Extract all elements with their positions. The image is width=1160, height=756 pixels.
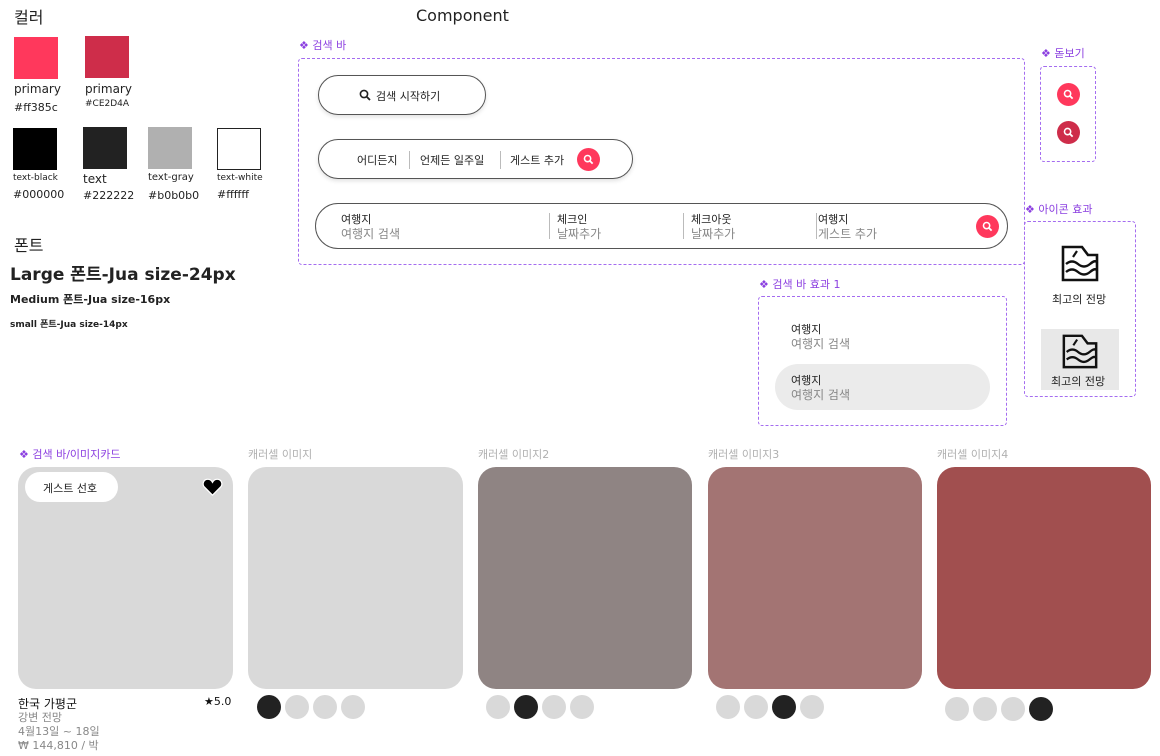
carousel-1-dot-1[interactable] [257, 695, 281, 719]
carousel-4-dot-2[interactable] [973, 697, 997, 721]
search-icon [1063, 127, 1074, 138]
carousel-2-dot-2[interactable] [514, 695, 538, 719]
search-icon [359, 89, 371, 101]
fonts-title: 폰트 [14, 236, 44, 255]
component-title: Component [416, 6, 509, 25]
divider [500, 151, 501, 169]
carousel-2-label: 캐러셀 이미지2 [478, 448, 550, 461]
swatch-primary-hex: #ff385c [14, 101, 58, 114]
searchbar-effect-hover[interactable]: 여행지 여행지 검색 [775, 364, 990, 410]
swatch-text-white [217, 128, 261, 170]
card-rating: ★5.0 [204, 695, 232, 708]
carousel-4-image[interactable] [937, 467, 1151, 689]
full-checkin-value[interactable]: 날짜추가 [557, 225, 601, 242]
mini-when[interactable]: 언제든 일주일 [420, 152, 484, 168]
magnifier-button-hover[interactable] [1057, 121, 1080, 144]
carousel-4-label: 캐러셀 이미지4 [937, 448, 1009, 461]
searchbar-label: ❖ 검색 바 [299, 39, 347, 52]
carousel-1-dot-2[interactable] [285, 695, 309, 719]
icon-effect-caption: 최고의 전망 [1052, 293, 1107, 306]
guest-favorite-badge: 게스트 선호 [25, 472, 118, 502]
carousel-3-image[interactable] [708, 467, 922, 689]
card-price: ₩ 144,810 / 박 [18, 739, 99, 752]
search-icon [1063, 89, 1074, 100]
carousel-2-image[interactable] [478, 467, 692, 689]
swatch-primary-dark [85, 36, 129, 78]
font-large-sample: Large 폰트-Jua size-24px [10, 265, 236, 285]
searchbar-effect-label: ❖ 검색 바 효과 1 [759, 278, 841, 291]
carousel-3-dot-2[interactable] [744, 695, 768, 719]
carousel-1-image[interactable] [248, 467, 463, 689]
swatch-text-black-name: text-black [13, 173, 58, 183]
view-icon [1061, 245, 1099, 282]
divider [549, 213, 550, 239]
full-search-button[interactable] [976, 215, 999, 238]
full-searchbar[interactable]: 여행지 여행지 검색 체크인 날짜추가 체크아웃 날짜추가 여행지 게스트 추가 [315, 203, 1008, 249]
swatch-text-gray-name: text-gray [148, 172, 194, 183]
magnifier-label: ❖ 돋보기 [1041, 47, 1085, 60]
search-icon [583, 154, 594, 165]
search-start-button[interactable]: 검색 시작하기 [318, 75, 486, 115]
carousel-1-label: 캐러셀 이미지 [248, 448, 313, 461]
swatch-primary-dark-name: primary [85, 82, 132, 96]
searchbar-effect-default[interactable]: 여행지 여행지 검색 [775, 315, 990, 361]
carousel-4-dot-4[interactable] [1029, 697, 1053, 721]
carousel-4-dot-3[interactable] [1001, 697, 1025, 721]
carousel-1-dot-4[interactable] [341, 695, 365, 719]
swatch-text-white-name: text-white [217, 173, 263, 183]
divider [816, 213, 817, 239]
icon-effect-caption-hover: 최고의 전망 [1051, 375, 1106, 388]
mini-where[interactable]: 어디든지 [357, 152, 397, 168]
icon-effect-label: ❖ 아이콘 효과 [1025, 203, 1093, 216]
swatch-text-white-hex: #ffffff [217, 188, 249, 201]
carousel-3-dot-3[interactable] [772, 695, 796, 719]
magnifier-button-default[interactable] [1057, 83, 1080, 106]
swatch-primary [14, 37, 58, 79]
search-icon [982, 221, 993, 232]
effect-hover-value: 여행지 검색 [791, 388, 851, 402]
carousel-3-label: 캐러셀 이미지3 [708, 448, 780, 461]
mini-search-button[interactable] [577, 148, 600, 171]
swatch-text [83, 127, 127, 169]
divider [683, 213, 684, 239]
swatch-primary-dark-hex: #CE2D4A [85, 99, 130, 109]
swatch-text-gray-hex: #b0b0b0 [148, 189, 200, 202]
swatch-primary-name: primary [14, 82, 61, 96]
full-destination-value[interactable]: 여행지 검색 [341, 225, 400, 242]
icon-effect-default[interactable]: 최고의 전망 [1041, 240, 1119, 310]
divider [409, 151, 410, 169]
swatch-text-black-hex: #000000 [13, 188, 65, 201]
swatch-text-gray [148, 127, 192, 169]
colors-title: 컬러 [14, 8, 44, 27]
carousel-2-dot-3[interactable] [542, 695, 566, 719]
swatch-text-black [13, 128, 57, 170]
effect-default-value: 여행지 검색 [791, 337, 851, 351]
carousel-3-dot-1[interactable] [716, 695, 740, 719]
font-medium-sample: Medium 폰트-Jua size-16px [10, 293, 171, 306]
view-icon [1062, 334, 1098, 369]
cards-label: ❖ 검색 바/이미지카드 [19, 448, 121, 461]
full-guests-value[interactable]: 게스트 추가 [818, 225, 877, 242]
swatch-text-hex: #222222 [83, 189, 135, 202]
guest-favorite-text: 게스트 선호 [43, 482, 98, 495]
mini-searchbar[interactable]: 어디든지 언제든 일주일 게스트 추가 [318, 139, 633, 179]
icon-effect-hover[interactable]: 최고의 전망 [1041, 329, 1119, 390]
carousel-3-dot-4[interactable] [800, 695, 824, 719]
carousel-1-dot-3[interactable] [313, 695, 337, 719]
carousel-2-dot-1[interactable] [486, 695, 510, 719]
magnifier-frame [1040, 66, 1096, 162]
full-checkout-value[interactable]: 날짜추가 [691, 225, 735, 242]
swatch-text-name: text [83, 172, 107, 186]
font-small-sample: small 폰트-Jua size-14px [10, 320, 128, 330]
heart-icon[interactable] [202, 478, 223, 496]
mini-guests[interactable]: 게스트 추가 [510, 152, 564, 168]
search-start-label: 검색 시작하기 [376, 90, 441, 103]
carousel-2-dot-4[interactable] [570, 695, 594, 719]
carousel-4-dot-1[interactable] [945, 697, 969, 721]
